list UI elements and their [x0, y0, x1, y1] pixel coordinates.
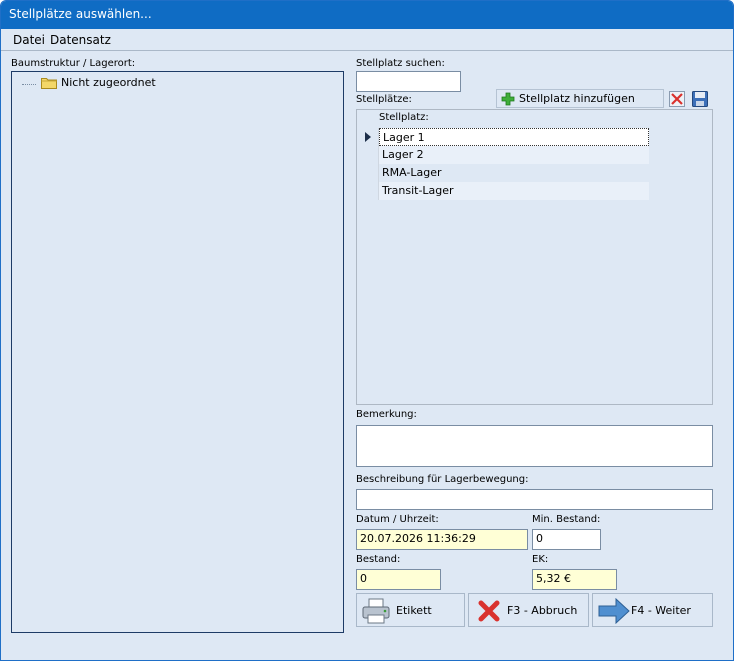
column-header-stellplatz: Stellplatz: [379, 112, 429, 123]
ek-field[interactable]: 5,32 € [532, 569, 617, 590]
bemerkung-label: Bemerkung: [356, 409, 417, 420]
weiter-label: F4 - Weiter [631, 604, 691, 617]
stellplatz-grid[interactable]: Stellplatz: Lager 1 Lager 2 RMA-Lager Tr… [356, 109, 713, 405]
location-tree[interactable]: Nicht zugeordnet [11, 71, 344, 633]
window-title: Stellplätze auswählen... [9, 7, 152, 21]
current-row-arrow-icon [365, 132, 371, 142]
row-cell-stellplatz[interactable]: Lager 2 [379, 146, 649, 164]
tree-label: Baumstruktur / Lagerort: [11, 58, 136, 69]
tree-node-label: Nicht zugeordnet [61, 76, 156, 89]
table-row[interactable]: Lager 1 [357, 128, 649, 146]
stellplaetze-label: Stellplätze: [356, 94, 412, 105]
table-row[interactable]: Transit-Lager [357, 182, 649, 200]
delete-button[interactable] [667, 89, 687, 108]
bestand-label: Bestand: [356, 554, 401, 565]
add-stellplatz-button[interactable]: Stellplatz hinzufügen [496, 89, 664, 108]
abbruch-button[interactable]: F3 - Abbruch [468, 593, 589, 627]
ek-label: EK: [532, 554, 549, 565]
bemerkung-textarea[interactable] [356, 425, 713, 467]
dialog-window: Stellplätze auswählen... Datei Datensatz… [0, 0, 734, 661]
tree-connector [22, 84, 36, 85]
row-cell-stellplatz[interactable]: RMA-Lager [379, 164, 649, 182]
weiter-button[interactable]: F4 - Weiter [592, 593, 713, 627]
folder-icon [41, 78, 57, 89]
search-label: Stellplatz suchen: [356, 58, 445, 69]
min-bestand-label: Min. Bestand: [532, 514, 601, 525]
add-stellplatz-label: Stellplatz hinzufügen [519, 92, 635, 105]
row-cell-stellplatz[interactable]: Lager 1 [379, 128, 649, 146]
menu-bar: Datei Datensatz [1, 29, 733, 51]
plus-icon [501, 92, 515, 106]
floppy-disk-icon [692, 91, 708, 107]
table-row[interactable]: RMA-Lager [357, 164, 649, 182]
table-row[interactable]: Lager 2 [357, 146, 649, 164]
datum-field[interactable]: 20.07.2026 11:36:29 [356, 529, 528, 550]
etikett-button[interactable]: Etikett [356, 593, 465, 627]
row-selector[interactable] [357, 146, 379, 164]
menu-item-datensatz[interactable]: Datensatz [50, 33, 111, 47]
abbruch-label: F3 - Abbruch [507, 604, 578, 617]
datum-label: Datum / Uhrzeit: [356, 514, 439, 525]
search-input[interactable] [356, 71, 461, 92]
beschreibung-label: Beschreibung für Lagerbewegung: [356, 474, 529, 485]
min-bestand-input[interactable]: 0 [532, 529, 601, 550]
menu-item-datei[interactable]: Datei [13, 33, 45, 47]
title-bar[interactable]: Stellplätze auswählen... [1, 1, 733, 29]
row-selector[interactable] [357, 182, 379, 200]
bestand-field[interactable]: 0 [356, 569, 441, 590]
cancel-x-icon [478, 600, 500, 622]
row-selector[interactable] [357, 164, 379, 182]
arrow-right-icon [598, 598, 630, 624]
beschreibung-input[interactable] [356, 489, 713, 510]
save-button[interactable] [690, 89, 710, 108]
delete-icon [669, 91, 685, 107]
row-selector[interactable] [357, 128, 379, 146]
etikett-label: Etikett [396, 604, 432, 617]
printer-icon [362, 598, 390, 624]
row-cell-stellplatz[interactable]: Transit-Lager [379, 182, 649, 200]
